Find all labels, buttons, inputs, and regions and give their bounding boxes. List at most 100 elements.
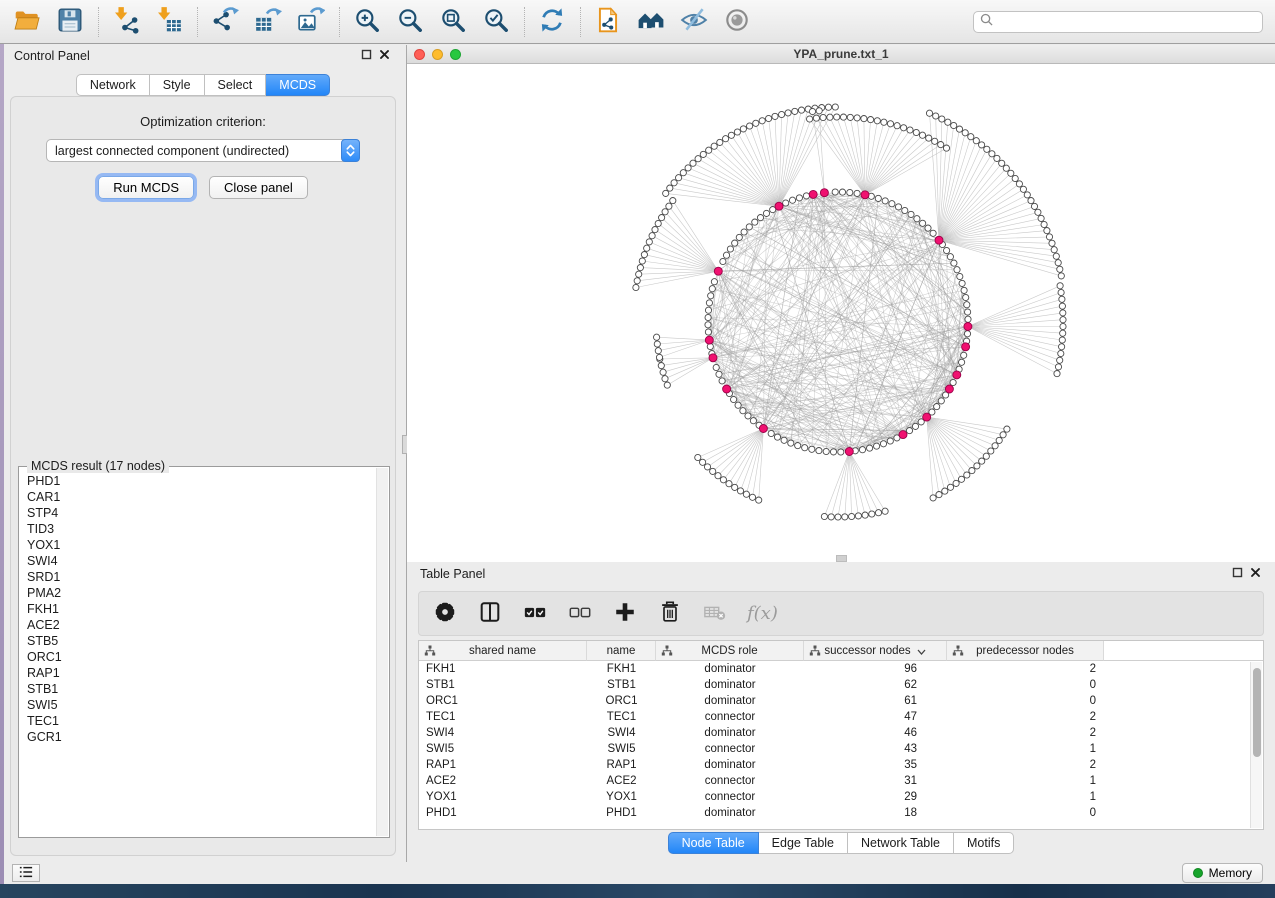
mcds-result-item[interactable]: RAP1	[20, 665, 375, 681]
export-network-button[interactable]	[208, 5, 242, 39]
mcds-result-item[interactable]: ACE2	[20, 617, 375, 633]
mcds-result-item[interactable]: STB5	[20, 633, 375, 649]
table-cell: dominator	[656, 757, 804, 773]
mcds-result-item[interactable]: PHD1	[20, 473, 375, 489]
table-row[interactable]: PHD1PHD1dominator180	[419, 805, 1263, 821]
table-row[interactable]: SWI5SWI5connector431	[419, 741, 1263, 757]
mcds-result-item[interactable]: STB1	[20, 681, 375, 697]
table-row[interactable]: ACE2ACE2connector311	[419, 773, 1263, 789]
memory-button[interactable]: Memory	[1182, 863, 1263, 883]
float-panel-icon[interactable]	[1232, 565, 1243, 583]
open-file-button[interactable]	[10, 5, 44, 39]
table-cell: dominator	[656, 693, 804, 709]
zoom-fit-button[interactable]	[436, 5, 470, 39]
export-table-icon	[254, 6, 282, 37]
column-header-shared-name[interactable]: shared name	[419, 641, 587, 661]
unchecked-boxes-icon	[568, 600, 592, 627]
table-settings-button[interactable]	[432, 601, 458, 627]
table-row[interactable]: SWI4SWI4dominator462	[419, 725, 1263, 741]
optimization-criterion-label: Optimization criterion:	[11, 114, 395, 129]
close-panel-icon[interactable]	[1250, 565, 1261, 583]
float-panel-icon[interactable]	[361, 47, 372, 65]
table-cell	[1104, 773, 1263, 789]
mcds-result-item[interactable]: FKH1	[20, 601, 375, 617]
home-overview-button[interactable]	[634, 5, 668, 39]
mcds-result-box: MCDS result (17 nodes) PHD1CAR1STP4TID3Y…	[18, 466, 390, 838]
toolbar-separator	[197, 7, 198, 37]
tab-network-table[interactable]: Network Table	[848, 832, 954, 854]
column-header-name[interactable]: name	[587, 641, 656, 661]
tab-node-table[interactable]: Node Table	[668, 832, 759, 854]
hide-graphics-details-button[interactable]	[677, 5, 711, 39]
optimization-criterion-select[interactable]: largest connected component (undirected)	[46, 139, 360, 162]
deselect-all-button[interactable]	[567, 601, 593, 627]
column-header-predecessor-nodes[interactable]: predecessor nodes	[947, 641, 1104, 661]
search-input[interactable]	[998, 15, 1256, 29]
tab-motifs[interactable]: Motifs	[954, 832, 1014, 854]
table-row[interactable]: FKH1FKH1dominator962	[419, 661, 1263, 677]
delete-column-button[interactable]	[657, 601, 683, 627]
table-cell: 47	[804, 709, 947, 725]
import-network-button[interactable]	[109, 5, 143, 39]
mcds-result-item[interactable]: YOX1	[20, 537, 375, 553]
mcds-result-scrollbar[interactable]	[376, 468, 388, 836]
refresh-view-button[interactable]	[535, 5, 569, 39]
table-scrollbar-thumb[interactable]	[1253, 668, 1261, 757]
export-table-button[interactable]	[251, 5, 285, 39]
mcds-result-item[interactable]: TEC1	[20, 713, 375, 729]
table-row[interactable]: YOX1YOX1connector291	[419, 789, 1263, 805]
search-field[interactable]	[973, 11, 1263, 33]
table-row[interactable]: ORC1ORC1dominator610	[419, 693, 1263, 709]
tab-edge-table[interactable]: Edge Table	[759, 832, 848, 854]
mcds-result-item[interactable]: SWI5	[20, 697, 375, 713]
delete-table-button[interactable]	[702, 601, 728, 627]
mcds-result-item[interactable]: CAR1	[20, 489, 375, 505]
horizontal-splitter-handle[interactable]	[836, 555, 847, 562]
export-image-button[interactable]	[294, 5, 328, 39]
tab-network[interactable]: Network	[76, 74, 150, 96]
table-cell: FKH1	[419, 661, 587, 677]
network-from-file-button[interactable]	[591, 5, 625, 39]
table-cell: SWI5	[419, 741, 587, 757]
tab-select[interactable]: Select	[205, 74, 267, 96]
table-panel: Table Panel f(x) shared name name MCDS r…	[407, 562, 1275, 862]
close-panel-icon[interactable]	[379, 47, 390, 65]
table-row[interactable]: STB1STB1dominator620	[419, 677, 1263, 693]
desktop-background-bottom	[0, 884, 1275, 898]
run-mcds-button[interactable]: Run MCDS	[98, 176, 194, 199]
table-cell: STB1	[419, 677, 587, 693]
close-panel-button[interactable]: Close panel	[209, 176, 308, 199]
table-row[interactable]: RAP1RAP1dominator352	[419, 757, 1263, 773]
mcds-result-item[interactable]: STP4	[20, 505, 375, 521]
zoom-out-button[interactable]	[393, 5, 427, 39]
add-column-button[interactable]	[612, 601, 638, 627]
tab-style[interactable]: Style	[150, 74, 205, 96]
import-network-icon	[112, 6, 140, 37]
show-column-panel-button[interactable]	[477, 601, 503, 627]
tab-mcds[interactable]: MCDS	[266, 74, 330, 96]
table-cell: connector	[656, 789, 804, 805]
mcds-result-item[interactable]: PMA2	[20, 585, 375, 601]
apply-function-button[interactable]: f(x)	[747, 601, 778, 627]
zoom-in-button[interactable]	[350, 5, 384, 39]
table-scrollbar[interactable]	[1250, 662, 1262, 828]
task-history-button[interactable]	[12, 864, 40, 882]
column-header-mcds-role[interactable]: MCDS role	[656, 641, 804, 661]
table-row[interactable]: TEC1TEC1connector472	[419, 709, 1263, 725]
network-canvas[interactable]	[407, 64, 1275, 562]
table-cell: ORC1	[419, 693, 587, 709]
mcds-result-item[interactable]: SWI4	[20, 553, 375, 569]
show-graphics-details-button[interactable]	[720, 5, 754, 39]
table-cell: 2	[947, 709, 1104, 725]
mcds-result-item[interactable]: GCR1	[20, 729, 375, 745]
import-table-button[interactable]	[152, 5, 186, 39]
zoom-selected-button[interactable]	[479, 5, 513, 39]
mcds-result-item[interactable]: ORC1	[20, 649, 375, 665]
select-all-button[interactable]	[522, 601, 548, 627]
mcds-result-item[interactable]: TID3	[20, 521, 375, 537]
network-graph[interactable]	[407, 64, 1275, 562]
save-session-button[interactable]	[53, 5, 87, 39]
sort-chevron-icon[interactable]	[917, 647, 926, 655]
column-header-successor-nodes[interactable]: successor nodes	[804, 641, 947, 661]
mcds-result-item[interactable]: SRD1	[20, 569, 375, 585]
